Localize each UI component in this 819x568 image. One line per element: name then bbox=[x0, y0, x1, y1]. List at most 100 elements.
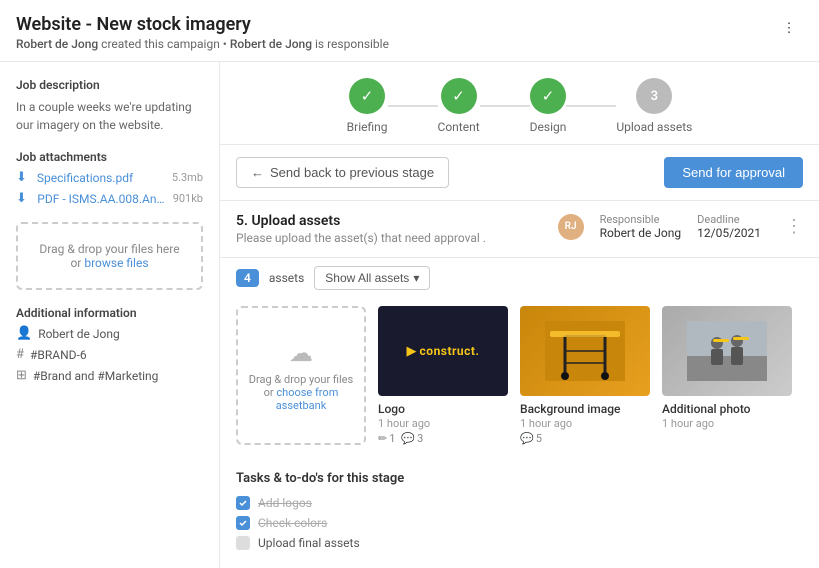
stage-more-button[interactable]: ⋮ bbox=[785, 216, 803, 237]
responsible-label: Responsible bbox=[600, 213, 682, 226]
comment-count-logo: 💬3 bbox=[401, 432, 423, 445]
additional-section: Additional information 👤 Robert de Jong … bbox=[16, 306, 203, 383]
asset-card-logo: ▶ construct. Logo 1 hour ago ✏1 💬3 bbox=[378, 306, 508, 445]
task-item-logos: Add logos bbox=[236, 496, 803, 510]
assets-filter: 4 assets Show All assets ▾ bbox=[220, 258, 819, 298]
task-item-colors: Check colors bbox=[236, 516, 803, 530]
attachment-name: Specifications.pdf bbox=[37, 171, 167, 185]
asset-thumb-bg[interactable] bbox=[520, 306, 650, 396]
page-title: Website - New stock imagery bbox=[16, 14, 389, 35]
grid-icon: ⊞ bbox=[16, 368, 27, 383]
asset-name-bg: Background image bbox=[520, 402, 650, 416]
connector-line bbox=[480, 105, 530, 107]
choose-assetbank-link[interactable]: choose from assetbank bbox=[276, 386, 339, 412]
asset-upload-dropzone[interactable]: ☁ Drag & drop your files or choose from … bbox=[236, 306, 366, 445]
attachment-name: PDF - ISMS.AA.008.Annex A... bbox=[37, 192, 167, 206]
job-desc-title: Job description bbox=[16, 78, 203, 92]
sidebar: Job description In a couple weeks we're … bbox=[0, 62, 220, 568]
assets-count-label: assets bbox=[269, 271, 304, 285]
person-icon: 👤 bbox=[16, 326, 32, 341]
additional-title: Additional information bbox=[16, 306, 203, 320]
task-label-colors: Check colors bbox=[258, 516, 327, 530]
edit-icon: ✏ bbox=[378, 432, 387, 445]
asset-upload-text: Drag & drop your files bbox=[249, 373, 353, 386]
construction-svg bbox=[545, 321, 625, 381]
header-left: Website - New stock imagery Robert de Jo… bbox=[16, 14, 389, 51]
header-subtitle: Robert de Jong created this campaign • R… bbox=[16, 37, 389, 51]
header: Website - New stock imagery Robert de Jo… bbox=[0, 0, 819, 62]
step-circle-design: ✓ bbox=[530, 78, 566, 114]
asset-time-bg: 1 hour ago bbox=[520, 417, 650, 430]
responsible-block: Responsible Robert de Jong bbox=[600, 213, 682, 240]
cloud-upload-icon: ☁ bbox=[289, 339, 313, 367]
browse-files-link[interactable]: browse files bbox=[84, 256, 148, 270]
file-dropzone[interactable]: Drag & drop your files here or browse fi… bbox=[16, 222, 203, 290]
content-area: ✓ Briefing ✓ Content ✓ Design bbox=[220, 62, 819, 568]
asset-card-photo: Additional photo 1 hour ago bbox=[662, 306, 792, 445]
step-label-briefing: Briefing bbox=[347, 120, 388, 134]
dropzone-text: Drag & drop your files here bbox=[36, 242, 183, 256]
connector-line bbox=[566, 105, 616, 107]
check-icon bbox=[238, 518, 248, 528]
send-approval-button[interactable]: Send for approval bbox=[664, 157, 803, 188]
asset-thumb-logo[interactable]: ▶ construct. bbox=[378, 306, 508, 396]
workers-svg bbox=[687, 321, 767, 381]
asset-name-logo: Logo bbox=[378, 402, 508, 416]
more-dots-icon: ⋮ bbox=[783, 21, 796, 36]
step-label-content: Content bbox=[438, 120, 480, 134]
asset-name-photo: Additional photo bbox=[662, 402, 792, 416]
additional-brand-value: #BRAND-6 bbox=[30, 348, 87, 362]
download-icon: ⬇ bbox=[16, 191, 27, 206]
responsible-avatar: RJ bbox=[558, 214, 584, 240]
connector-line bbox=[388, 105, 438, 107]
task-label-logos: Add logos bbox=[258, 496, 312, 510]
attachments-section: Job attachments ⬇ Specifications.pdf 5.3… bbox=[16, 150, 203, 206]
task-item-upload: Upload final assets bbox=[236, 536, 803, 550]
additional-person-value: Robert de Jong bbox=[38, 327, 120, 341]
attachment-item[interactable]: ⬇ Specifications.pdf 5.3mb bbox=[16, 170, 203, 185]
back-button[interactable]: ← Send back to previous stage bbox=[236, 157, 449, 188]
show-all-button[interactable]: Show All assets ▾ bbox=[314, 266, 430, 290]
attachment-size: 901kb bbox=[173, 192, 203, 205]
asset-time-photo: 1 hour ago bbox=[662, 417, 792, 430]
stage-subtitle: Please upload the asset(s) that need app… bbox=[236, 231, 486, 245]
tasks-title: Tasks & to-do's for this stage bbox=[236, 471, 803, 486]
hash-icon: # bbox=[16, 347, 24, 362]
additional-person-item: 👤 Robert de Jong bbox=[16, 326, 203, 341]
asset-thumb-photo[interactable] bbox=[662, 306, 792, 396]
asset-upload-or: or choose from assetbank bbox=[248, 386, 354, 412]
stage-section: 5. Upload assets Please upload the asset… bbox=[220, 201, 819, 258]
back-label: Send back to previous stage bbox=[270, 165, 434, 180]
step-circle-upload: 3 bbox=[636, 78, 672, 114]
step-circle-content: ✓ bbox=[441, 78, 477, 114]
deadline-value: 12/05/2021 bbox=[697, 226, 761, 240]
additional-brand-item: # #BRAND-6 bbox=[16, 347, 203, 362]
tasks-section: Tasks & to-do's for this stage Add logos… bbox=[220, 459, 819, 568]
main-layout: Job description In a couple weeks we're … bbox=[0, 62, 819, 568]
attachment-item[interactable]: ⬇ PDF - ISMS.AA.008.Annex A... 901kb bbox=[16, 191, 203, 206]
stage-info: 5. Upload assets Please upload the asset… bbox=[236, 213, 486, 245]
attachments-title: Job attachments bbox=[16, 150, 203, 164]
header-more-button[interactable]: ⋮ bbox=[775, 14, 803, 42]
additional-tags-item: ⊞ #Brand and #Marketing bbox=[16, 368, 203, 383]
stage-title: 5. Upload assets bbox=[236, 213, 486, 229]
show-all-label: Show All assets bbox=[325, 271, 409, 285]
deadline-block: Deadline 12/05/2021 bbox=[697, 213, 761, 240]
additional-tags-value: #Brand and #Marketing bbox=[33, 369, 159, 383]
deadline-label: Deadline bbox=[697, 213, 761, 226]
asset-time-logo: 1 hour ago bbox=[378, 417, 508, 430]
comment-icon: 💬 bbox=[401, 432, 415, 445]
progress-steps: ✓ Briefing ✓ Content ✓ Design bbox=[220, 62, 819, 145]
job-desc-text: In a couple weeks we're updating our ima… bbox=[16, 98, 203, 134]
step-briefing: ✓ Briefing bbox=[347, 78, 388, 134]
task-checkbox-upload[interactable] bbox=[236, 536, 250, 550]
task-checkbox-logos[interactable] bbox=[236, 496, 250, 510]
step-content: ✓ Content bbox=[438, 78, 480, 134]
asset-icons-bg: 💬5 bbox=[520, 432, 650, 445]
assets-grid: ☁ Drag & drop your files or choose from … bbox=[220, 298, 819, 459]
task-checkbox-colors[interactable] bbox=[236, 516, 250, 530]
edit-count-logo: ✏1 bbox=[378, 432, 395, 445]
dropzone-or: or browse files bbox=[36, 256, 183, 270]
back-arrow-icon: ← bbox=[251, 165, 264, 180]
task-label-upload: Upload final assets bbox=[258, 536, 360, 550]
